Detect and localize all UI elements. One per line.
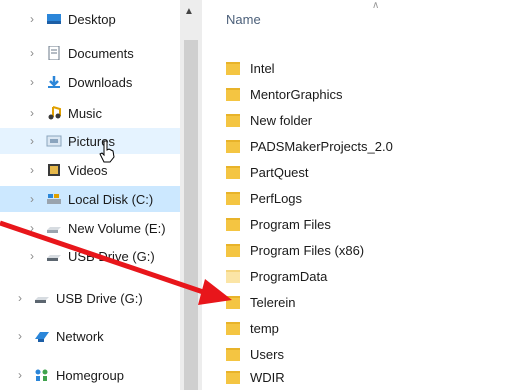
desktop-icon xyxy=(46,12,62,26)
nav-item-usb-drive-g[interactable]: › USB Drive (G:) xyxy=(0,243,180,269)
nav-item-network[interactable]: › Network xyxy=(0,323,180,349)
folder-name: Program Files (x86) xyxy=(250,242,365,258)
folder-icon xyxy=(226,347,240,361)
chevron-right-icon[interactable]: › xyxy=(12,329,28,343)
folder-name: PartQuest xyxy=(250,164,309,180)
folder-name: WDIR xyxy=(250,369,285,385)
folder-name: Telerein xyxy=(250,294,296,310)
nav-item-label: Music xyxy=(68,105,102,121)
folder-row[interactable]: Program Files (x86) xyxy=(226,237,364,263)
nav-item-label: Local Disk (C:) xyxy=(68,191,154,207)
folder-icon xyxy=(226,191,240,205)
folder-row[interactable]: temp xyxy=(226,315,279,341)
nav-item-local-disk-c[interactable]: › Local Disk (C:) xyxy=(0,186,180,212)
nav-item-usb-drive-g-root[interactable]: › USB Drive (G:) xyxy=(0,285,180,311)
folder-icon xyxy=(226,269,240,283)
folder-name: PerfLogs xyxy=(250,190,303,206)
folder-icon xyxy=(226,295,240,309)
nav-item-label: Downloads xyxy=(68,74,133,90)
folder-row[interactable]: ProgramData xyxy=(226,263,327,289)
navigation-pane: › Desktop › Documents › Downloads › Musi… xyxy=(0,0,180,390)
nav-item-label: USB Drive (G:) xyxy=(56,290,143,306)
folder-row[interactable]: PartQuest xyxy=(226,159,309,185)
scrollbar-thumb[interactable] xyxy=(184,40,198,390)
nav-item-homegroup[interactable]: › Homegroup xyxy=(0,362,180,388)
folder-name: temp xyxy=(250,320,279,336)
folder-icon xyxy=(226,139,240,153)
folder-row[interactable]: PADSMakerProjects_2.0 xyxy=(226,133,393,159)
nav-item-pictures[interactable]: › Pictures xyxy=(0,128,180,154)
drive-icon xyxy=(46,192,62,206)
folder-name: New folder xyxy=(250,112,313,128)
folder-icon xyxy=(226,165,240,179)
chevron-right-icon[interactable]: › xyxy=(24,192,40,206)
downloads-icon xyxy=(46,75,62,89)
pictures-icon xyxy=(46,134,62,148)
nav-item-label: Homegroup xyxy=(56,367,124,383)
scroll-up-icon[interactable]: ▲ xyxy=(184,6,194,17)
folder-name: Users xyxy=(250,346,284,362)
folder-icon xyxy=(226,87,240,101)
chevron-right-icon[interactable]: › xyxy=(24,134,40,148)
nav-item-label: Desktop xyxy=(68,11,116,27)
nav-item-label: Documents xyxy=(68,45,134,61)
chevron-right-icon[interactable]: › xyxy=(24,106,40,120)
documents-icon xyxy=(46,45,62,61)
nav-item-label: Videos xyxy=(68,162,108,178)
folder-icon xyxy=(226,217,240,231)
file-list-pane: ∧ Name Intel MentorGraphics New folder P… xyxy=(202,0,532,390)
nav-item-label: USB Drive (G:) xyxy=(68,248,155,264)
usb-drive-icon xyxy=(46,249,62,263)
folder-row[interactable]: PerfLogs xyxy=(226,185,302,211)
folder-icon xyxy=(226,243,240,257)
chevron-right-icon[interactable]: › xyxy=(12,291,28,305)
folder-row[interactable]: MentorGraphics xyxy=(226,81,342,107)
chevron-right-icon[interactable]: › xyxy=(24,221,40,235)
nav-item-music[interactable]: › Music xyxy=(0,100,180,126)
hand-cursor-icon xyxy=(99,140,115,163)
nav-item-downloads[interactable]: › Downloads xyxy=(0,69,180,95)
sort-arrow-icon: ∧ xyxy=(372,0,380,11)
nav-item-desktop[interactable]: › Desktop xyxy=(0,6,180,32)
folder-icon xyxy=(226,61,240,75)
nav-item-videos[interactable]: › Videos xyxy=(0,157,180,183)
nav-item-label: New Volume (E:) xyxy=(68,220,166,236)
chevron-right-icon[interactable]: › xyxy=(24,46,40,60)
folder-name: Program Files xyxy=(250,216,331,232)
folder-row[interactable]: Intel xyxy=(226,55,275,81)
folder-name: ProgramData xyxy=(250,268,328,284)
folder-name: MentorGraphics xyxy=(250,86,343,102)
homegroup-icon xyxy=(34,368,50,382)
folder-row[interactable]: New folder xyxy=(226,107,312,133)
folder-icon xyxy=(226,113,240,127)
nav-item-new-volume-e[interactable]: › New Volume (E:) xyxy=(0,215,180,241)
chevron-right-icon[interactable]: › xyxy=(24,75,40,89)
drive-icon xyxy=(46,221,62,235)
folder-name: Intel xyxy=(250,60,275,76)
folder-icon xyxy=(226,370,240,384)
videos-icon xyxy=(46,163,62,177)
network-icon xyxy=(34,329,50,343)
column-header-name[interactable]: Name xyxy=(226,12,261,27)
music-icon xyxy=(46,106,62,120)
chevron-right-icon[interactable]: › xyxy=(24,163,40,177)
nav-item-label: Network xyxy=(56,328,104,344)
folder-row[interactable]: WDIR xyxy=(226,364,285,390)
chevron-right-icon[interactable]: › xyxy=(24,12,40,26)
chevron-right-icon[interactable]: › xyxy=(12,368,28,382)
usb-drive-icon xyxy=(34,291,50,305)
chevron-right-icon[interactable]: › xyxy=(24,249,40,263)
folder-icon xyxy=(226,321,240,335)
nav-item-documents[interactable]: › Documents xyxy=(0,40,180,66)
folder-row[interactable]: Program Files xyxy=(226,211,331,237)
folder-row[interactable]: Telerein xyxy=(226,289,296,315)
nav-scrollbar[interactable]: ▲ xyxy=(180,0,202,390)
folder-name: PADSMakerProjects_2.0 xyxy=(250,138,393,154)
